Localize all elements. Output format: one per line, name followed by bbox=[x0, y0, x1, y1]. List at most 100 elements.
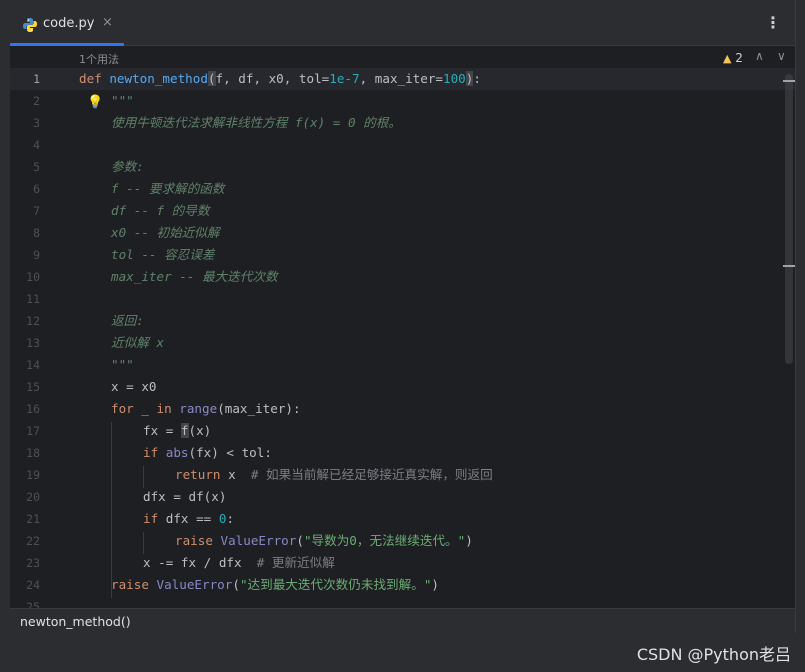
indent-guide bbox=[143, 466, 144, 488]
tab-bar: code.py × ⋮ bbox=[10, 0, 795, 46]
keyword: if bbox=[143, 511, 159, 526]
token: ) bbox=[431, 577, 440, 592]
breadcrumb[interactable]: newton_method() bbox=[20, 614, 131, 629]
line-number[interactable]: 2 bbox=[10, 94, 40, 108]
line-number[interactable]: 3 bbox=[10, 116, 40, 130]
line-number[interactable]: 16 bbox=[10, 402, 40, 416]
line-number[interactable]: 17 bbox=[10, 424, 40, 438]
line-number[interactable]: 19 bbox=[10, 468, 40, 482]
warning-count: 2 bbox=[735, 51, 743, 65]
keyword: if bbox=[143, 445, 159, 460]
code-line-9: tol -- 容忍误差 bbox=[111, 247, 215, 262]
line-number[interactable]: 1 bbox=[10, 72, 40, 86]
line-number[interactable]: 5 bbox=[10, 160, 40, 174]
keyword: raise bbox=[175, 533, 213, 548]
comment: # 更新近似解 bbox=[256, 555, 335, 570]
line-number[interactable]: 18 bbox=[10, 446, 40, 460]
paren: ( bbox=[207, 71, 216, 86]
tab-code-py[interactable]: code.py × bbox=[10, 0, 124, 46]
code-line-6: f -- 要求解的函数 bbox=[111, 181, 225, 196]
code-line-15: x = x0 bbox=[111, 379, 157, 394]
scroll-marker bbox=[783, 265, 795, 267]
line-number[interactable]: 24 bbox=[10, 578, 40, 592]
code-line-13: 近似解 x bbox=[111, 335, 164, 350]
line-number[interactable]: 13 bbox=[10, 336, 40, 350]
line-number[interactable]: 23 bbox=[10, 556, 40, 570]
token: ( bbox=[296, 533, 304, 548]
warning-indicator[interactable]: ▲ 2 bbox=[723, 51, 743, 65]
string: "达到最大迭代次数仍未找到解。" bbox=[239, 577, 432, 592]
token: ) bbox=[465, 533, 473, 548]
comment: # 如果当前解已经足够接近真实解，则返回 bbox=[250, 467, 493, 482]
usage-hint[interactable]: 1个用法 bbox=[79, 51, 119, 67]
code-line-17: fx = f(x) bbox=[143, 420, 211, 442]
keyword: raise bbox=[111, 577, 149, 592]
function-name: newton_method bbox=[109, 71, 208, 86]
builtin: abs bbox=[165, 445, 189, 460]
lightbulb-icon[interactable]: 💡 bbox=[87, 95, 103, 110]
code-line-1: def newton_method(f, df, x0, tol=1e-7, m… bbox=[79, 68, 481, 90]
number: 1e-7 bbox=[329, 71, 360, 86]
tab-filename: code.py bbox=[43, 16, 95, 31]
code-line-20: dfx = df(x) bbox=[143, 489, 227, 504]
line-number[interactable]: 22 bbox=[10, 534, 40, 548]
token: x -= fx / dfx bbox=[143, 555, 257, 570]
line-number[interactable]: 21 bbox=[10, 512, 40, 526]
line-number[interactable]: 25 bbox=[10, 600, 40, 608]
code-line-8: x0 -- 初始近似解 bbox=[111, 225, 220, 240]
next-highlight-icon[interactable]: ∨ bbox=[777, 49, 786, 63]
line-number[interactable]: 20 bbox=[10, 490, 40, 504]
line-number[interactable]: 6 bbox=[10, 182, 40, 196]
close-icon[interactable]: × bbox=[102, 15, 113, 30]
vertical-scrollbar[interactable] bbox=[785, 74, 793, 364]
number: 100 bbox=[443, 71, 466, 86]
token: f bbox=[180, 423, 189, 438]
line-number[interactable]: 15 bbox=[10, 380, 40, 394]
code-line-16: for _ in range(max_iter): bbox=[111, 398, 301, 420]
token: dfx == bbox=[158, 511, 219, 526]
keyword: def bbox=[79, 71, 110, 86]
params: , df, x0, tol= bbox=[223, 71, 330, 86]
more-options-icon[interactable]: ⋮ bbox=[765, 13, 781, 32]
token: : bbox=[226, 511, 235, 526]
token: (max_iter): bbox=[217, 401, 301, 416]
breadcrumb-bar: newton_method() bbox=[10, 608, 795, 634]
line-number[interactable]: 7 bbox=[10, 204, 40, 218]
code-line-2: """ bbox=[111, 93, 134, 108]
builtin: ValueError bbox=[156, 577, 233, 592]
line-number[interactable]: 12 bbox=[10, 314, 40, 328]
code-line-14: """ bbox=[111, 357, 134, 372]
line-number[interactable]: 9 bbox=[10, 248, 40, 262]
builtin: range bbox=[179, 401, 218, 416]
builtin: ValueError bbox=[220, 533, 297, 548]
code-editor[interactable]: 1个用法 ▲ 2 ∧ ∨ 1 2 3 4 5 6 7 8 9 10 11 12 13 14 15 16 17 18… bbox=[10, 46, 795, 608]
line-number[interactable]: 4 bbox=[10, 138, 40, 152]
colon: : bbox=[473, 71, 481, 86]
previous-highlight-icon[interactable]: ∧ bbox=[755, 49, 764, 63]
warning-icon: ▲ bbox=[723, 52, 732, 65]
code-line-3: 使用牛顿迭代法求解非线性方程 f(x) = 0 的根。 bbox=[111, 115, 401, 130]
line-number[interactable]: 8 bbox=[10, 226, 40, 240]
code-line-19: return x # 如果当前解已经足够接近真实解，则返回 bbox=[175, 464, 493, 486]
keyword: in bbox=[156, 401, 172, 416]
keyword: for bbox=[111, 401, 134, 416]
keyword: return bbox=[175, 467, 221, 482]
line-number[interactable]: 10 bbox=[10, 270, 40, 284]
code-line-21: if dfx == 0: bbox=[143, 508, 234, 530]
indent-guide bbox=[111, 422, 112, 598]
line-number[interactable]: 11 bbox=[10, 292, 40, 306]
code-line-23: x -= fx / dfx # 更新近似解 bbox=[143, 552, 335, 574]
token: x bbox=[220, 467, 251, 482]
line-number[interactable]: 14 bbox=[10, 358, 40, 372]
editor-window: code.py × ⋮ 1个用法 ▲ 2 ∧ ∨ 1 2 3 4 5 6 7 8 9 10 11 12… bbox=[10, 0, 796, 634]
code-line-12: 返回: bbox=[111, 313, 144, 328]
param: f bbox=[215, 71, 224, 86]
indent-guide bbox=[143, 532, 144, 554]
code-line-22: raise ValueError("导数为0，无法继续迭代。") bbox=[175, 530, 473, 552]
token: _ bbox=[133, 401, 157, 416]
params: , max_iter= bbox=[359, 71, 444, 86]
code-line-10: max_iter -- 最大迭代次数 bbox=[111, 269, 278, 284]
token: (fx) < tol: bbox=[188, 445, 272, 460]
